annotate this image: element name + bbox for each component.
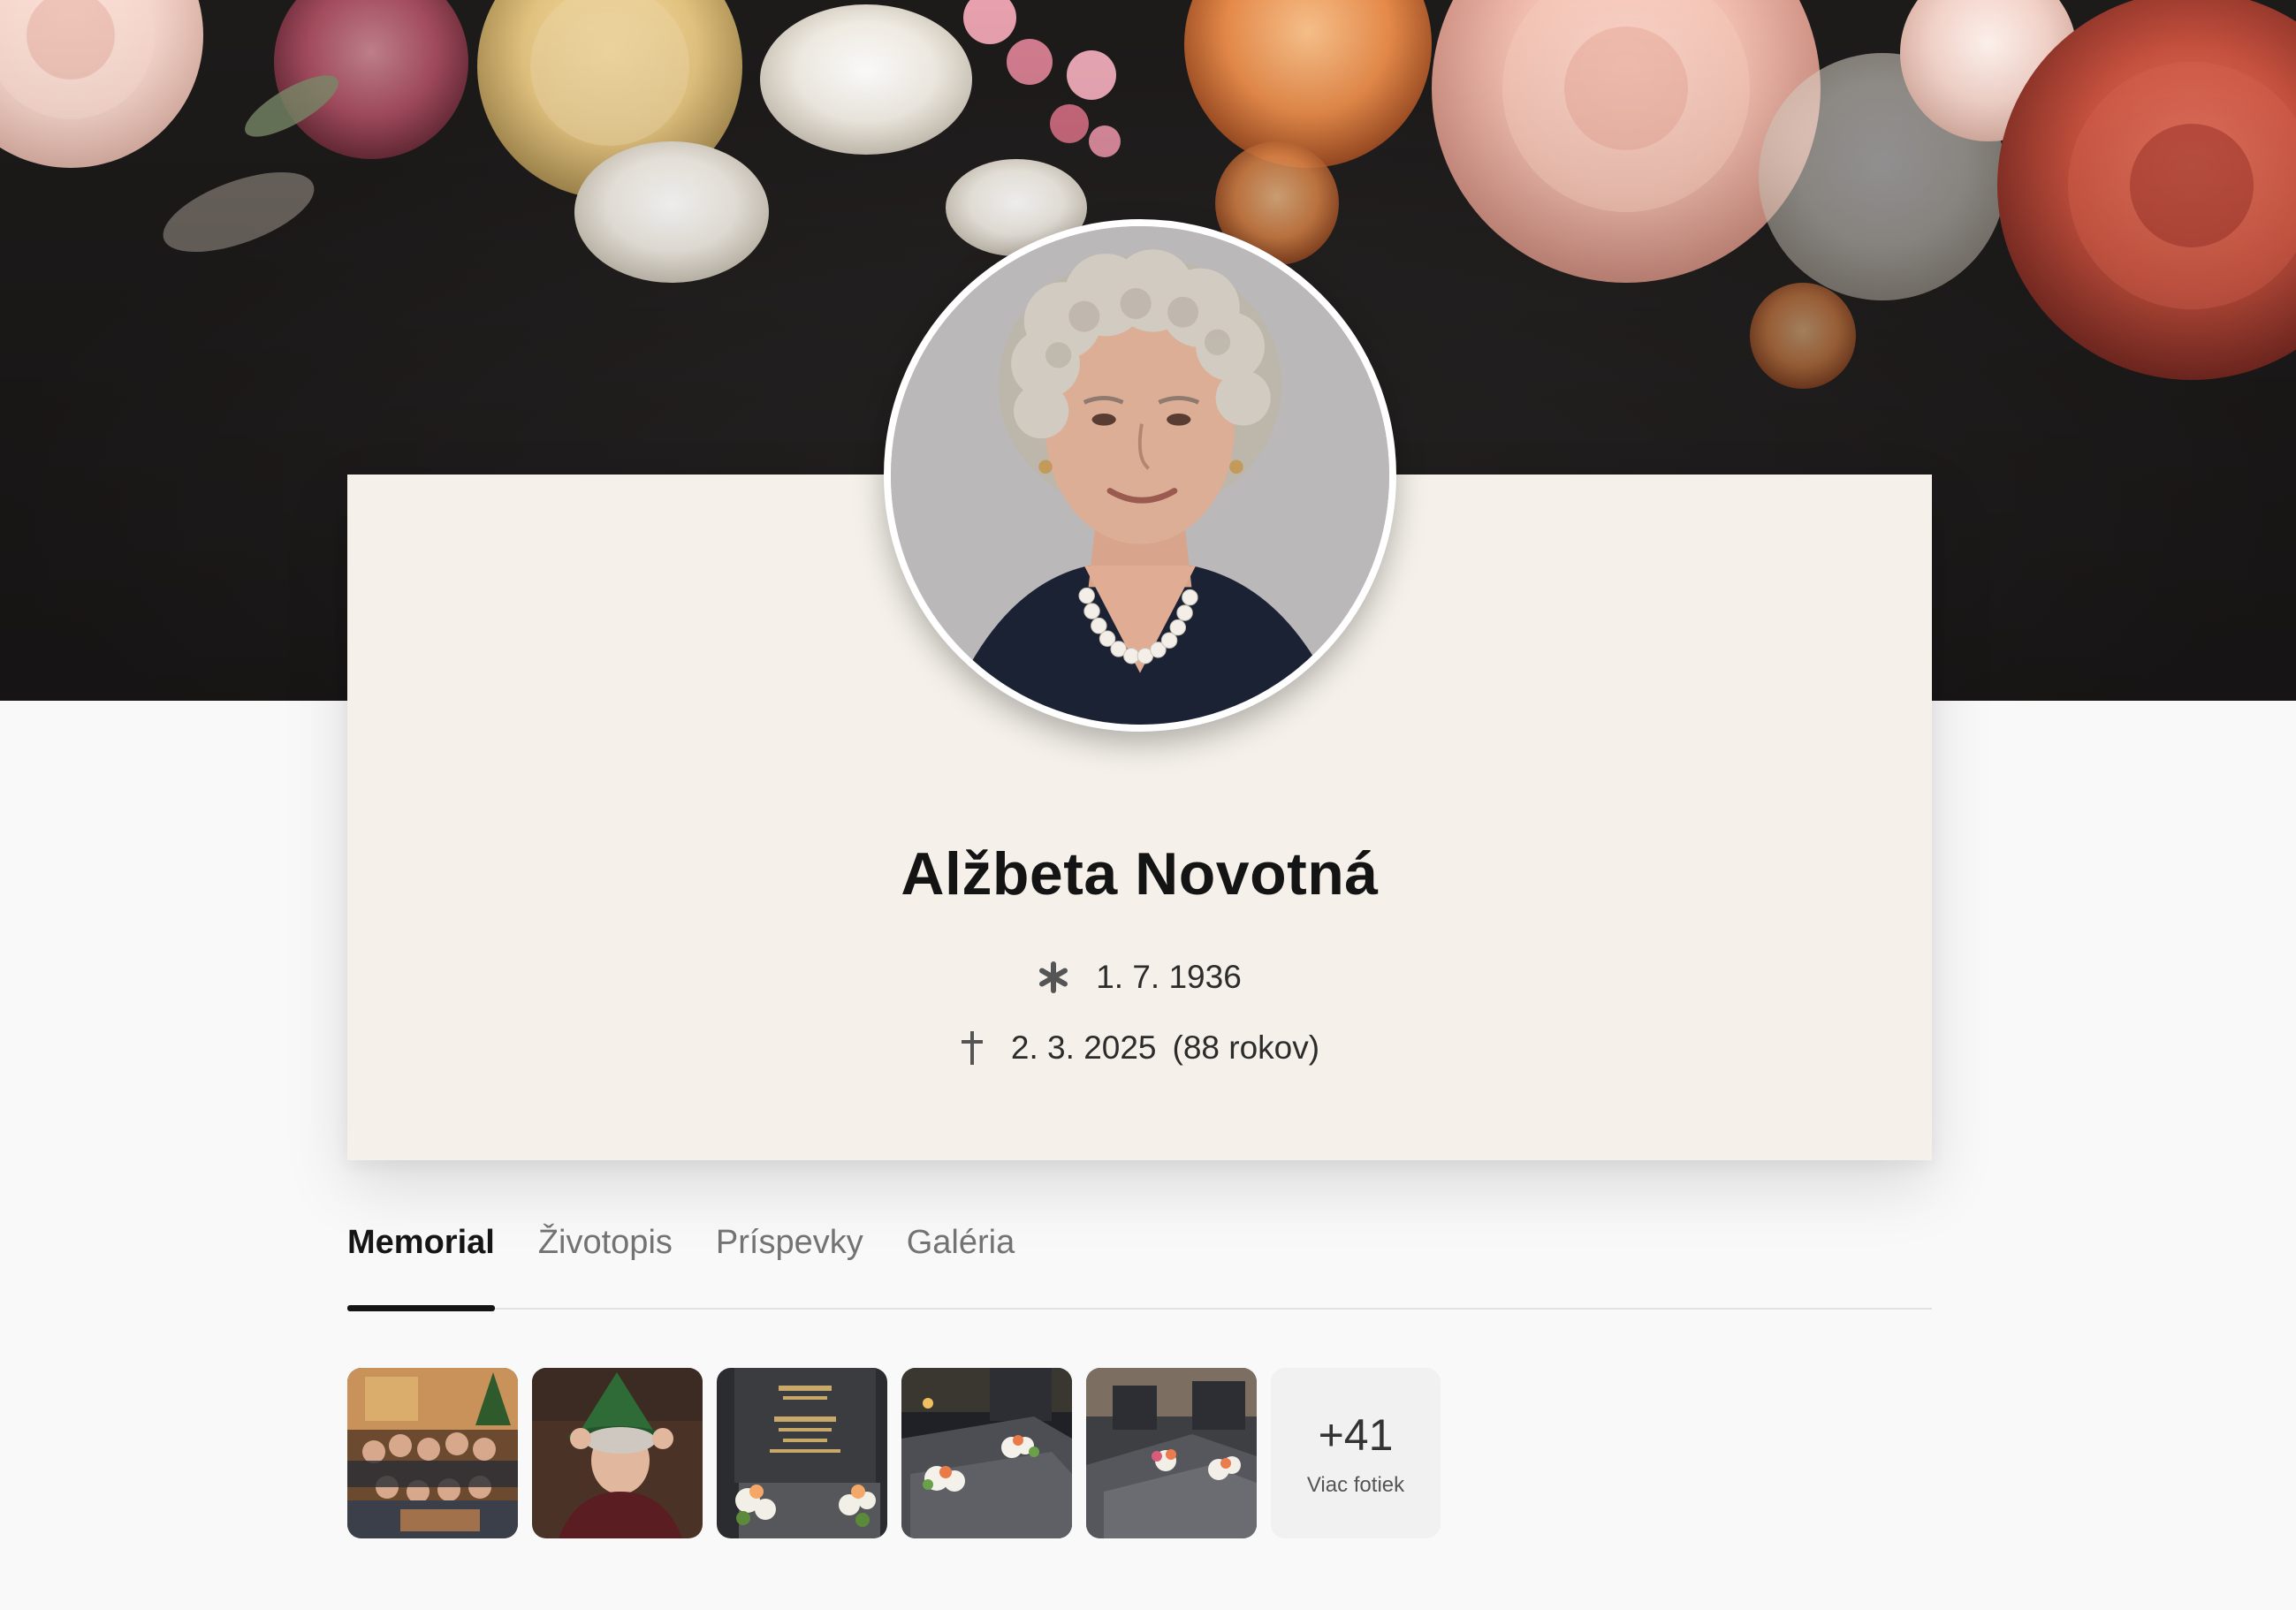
- death-date: 2. 3. 2025: [1010, 1029, 1157, 1066]
- gallery-photo-grave-headstone[interactable]: [717, 1368, 887, 1538]
- deceased-name: Alžbeta Novotná: [901, 840, 1379, 908]
- tab-prispevky[interactable]: Príspevky: [716, 1218, 863, 1308]
- birth-date-row: 1. 7. 1936: [347, 959, 1932, 996]
- tab-bar: Memorial Životopis Príspevky Galéria: [347, 1218, 1932, 1311]
- tab-zivotopis[interactable]: Životopis: [538, 1218, 673, 1308]
- gallery-photo-hat[interactable]: [532, 1368, 703, 1538]
- cross-icon: [960, 1030, 985, 1066]
- death-date-row: 2. 3. 2025 (88 rokov): [347, 1029, 1932, 1067]
- more-photos-button[interactable]: +41 Viac fotiek: [1271, 1368, 1441, 1538]
- asterisk-icon: [1038, 961, 1069, 993]
- birth-date: 1. 7. 1936: [1096, 959, 1242, 995]
- gallery-photo-cemetery[interactable]: [1086, 1368, 1257, 1538]
- portrait-image: [891, 226, 1389, 725]
- photo-gallery: +41 Viac fotiek: [347, 1368, 1441, 1538]
- tab-galeria[interactable]: Galéria: [907, 1218, 1015, 1308]
- more-photos-label: Viac fotiek: [1306, 1472, 1405, 1497]
- more-photos-count: +41: [1318, 1409, 1394, 1460]
- tab-memorial[interactable]: Memorial: [347, 1218, 495, 1311]
- gallery-photo-grave-evening[interactable]: [901, 1368, 1072, 1538]
- gallery-photo-family-christmas[interactable]: [347, 1368, 518, 1538]
- age-at-death: (88 rokov): [1172, 1029, 1320, 1066]
- profile-photo[interactable]: [884, 219, 1396, 732]
